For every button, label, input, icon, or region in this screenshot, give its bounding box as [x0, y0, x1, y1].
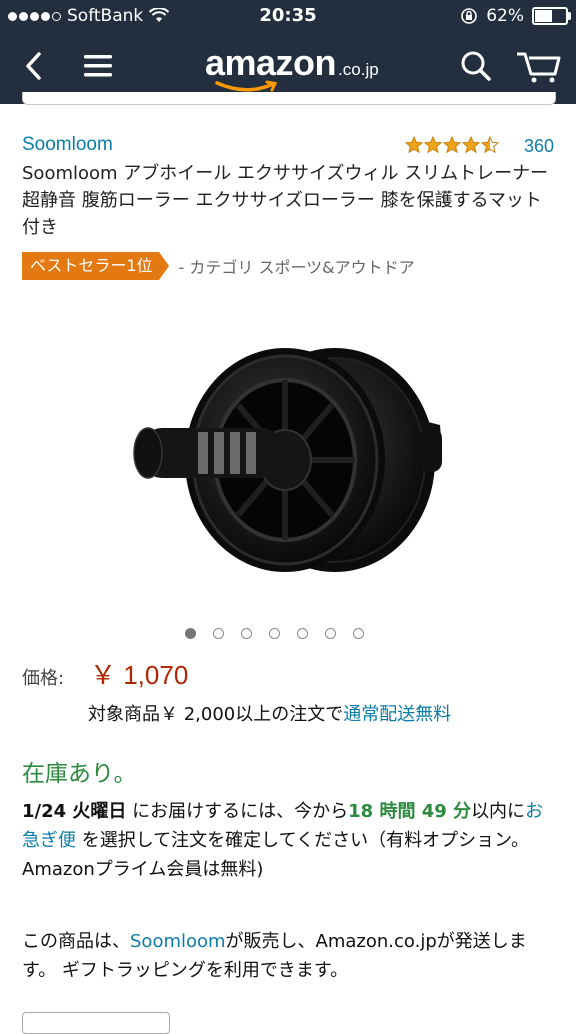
- carousel-dot[interactable]: [213, 628, 224, 639]
- product-title: Soomloom アブホイール エクササイズウィル スリムトレーナー 超静音 腹…: [22, 163, 549, 238]
- delivery-text-2: 以内に: [471, 801, 526, 822]
- image-carousel-dots[interactable]: [185, 628, 364, 639]
- delivery-info: 1/24 火曜日 にお届けするには、今から18 時間 49 分以内にお急ぎ便 を…: [22, 797, 557, 884]
- hamburger-icon: [84, 55, 112, 77]
- star-icon: [405, 136, 423, 154]
- seller-text-1: この商品は、: [22, 931, 130, 952]
- delivery-text-1: にお届けするには、今から: [126, 801, 349, 822]
- carousel-dot[interactable]: [325, 628, 336, 639]
- logo-tld: .co.jp: [338, 60, 379, 79]
- product-image[interactable]: [120, 310, 460, 600]
- bestseller-row: ベストセラー1位 - カテゴリ スポーツ&アウトドア: [22, 252, 415, 280]
- star-rating[interactable]: [405, 136, 499, 154]
- carousel-dot[interactable]: [297, 628, 308, 639]
- shipping-prefix: 対象商品￥ 2,000以上の注文で: [88, 704, 344, 725]
- back-button[interactable]: [14, 46, 54, 86]
- price-value: ￥ 1,070: [90, 660, 189, 690]
- app-header: SoftBank 20:35 62% amazon .co.jp: [0, 0, 576, 104]
- logo-word: amazon: [205, 42, 337, 83]
- carousel-dot[interactable]: [353, 628, 364, 639]
- carousel-dot[interactable]: [241, 628, 252, 639]
- battery-icon: [532, 7, 571, 25]
- delivery-date: 1/24 火曜日: [22, 801, 127, 822]
- brand-link[interactable]: Soomloom: [22, 134, 113, 155]
- review-count-link[interactable]: 360: [524, 136, 554, 157]
- cart-icon: [517, 52, 561, 83]
- search-icon: [461, 51, 491, 81]
- status-bar: SoftBank 20:35 62%: [0, 0, 576, 32]
- star-icon: [443, 136, 461, 154]
- cart-button[interactable]: [514, 46, 562, 86]
- carousel-dot[interactable]: [269, 628, 280, 639]
- stock-status: 在庫あり。: [22, 761, 137, 787]
- nav-bar: amazon .co.jp: [0, 32, 576, 100]
- delivery-text-3: を選択して注文を確定してください（有料オプション。Amazonプライム会員は無料…: [22, 830, 530, 880]
- star-icon: [462, 136, 480, 154]
- bestseller-badge[interactable]: ベストセラー1位: [22, 252, 168, 280]
- battery-percent: 62%: [486, 6, 524, 26]
- delivery-countdown: 18 時間 49 分: [348, 801, 472, 822]
- shipping-info: 対象商品￥ 2,000以上の注文で通常配送無料: [88, 700, 451, 726]
- amazon-logo[interactable]: amazon .co.jp: [205, 42, 379, 92]
- chevron-left-icon: [26, 52, 41, 80]
- rotation-lock-icon: [461, 8, 478, 24]
- star-icon: [424, 136, 442, 154]
- seller-info: この商品は、Soomloomが販売し、Amazon.co.jpが発送します。 ギ…: [22, 927, 557, 985]
- seller-link[interactable]: Soomloom: [130, 931, 226, 952]
- carousel-dot[interactable]: [185, 628, 196, 639]
- menu-button[interactable]: [78, 46, 118, 86]
- search-button[interactable]: [456, 46, 496, 86]
- price-label: 価格:: [22, 668, 65, 689]
- quantity-select[interactable]: [22, 1012, 170, 1034]
- price-row: 価格: ￥ 1,070: [22, 655, 188, 692]
- status-right: 62%: [460, 6, 571, 26]
- free-shipping-link[interactable]: 通常配送無料: [343, 704, 451, 725]
- bestseller-category: - カテゴリ スポーツ&アウトドア: [178, 258, 415, 277]
- star-icon: [481, 136, 499, 154]
- search-box-edge[interactable]: [22, 92, 556, 105]
